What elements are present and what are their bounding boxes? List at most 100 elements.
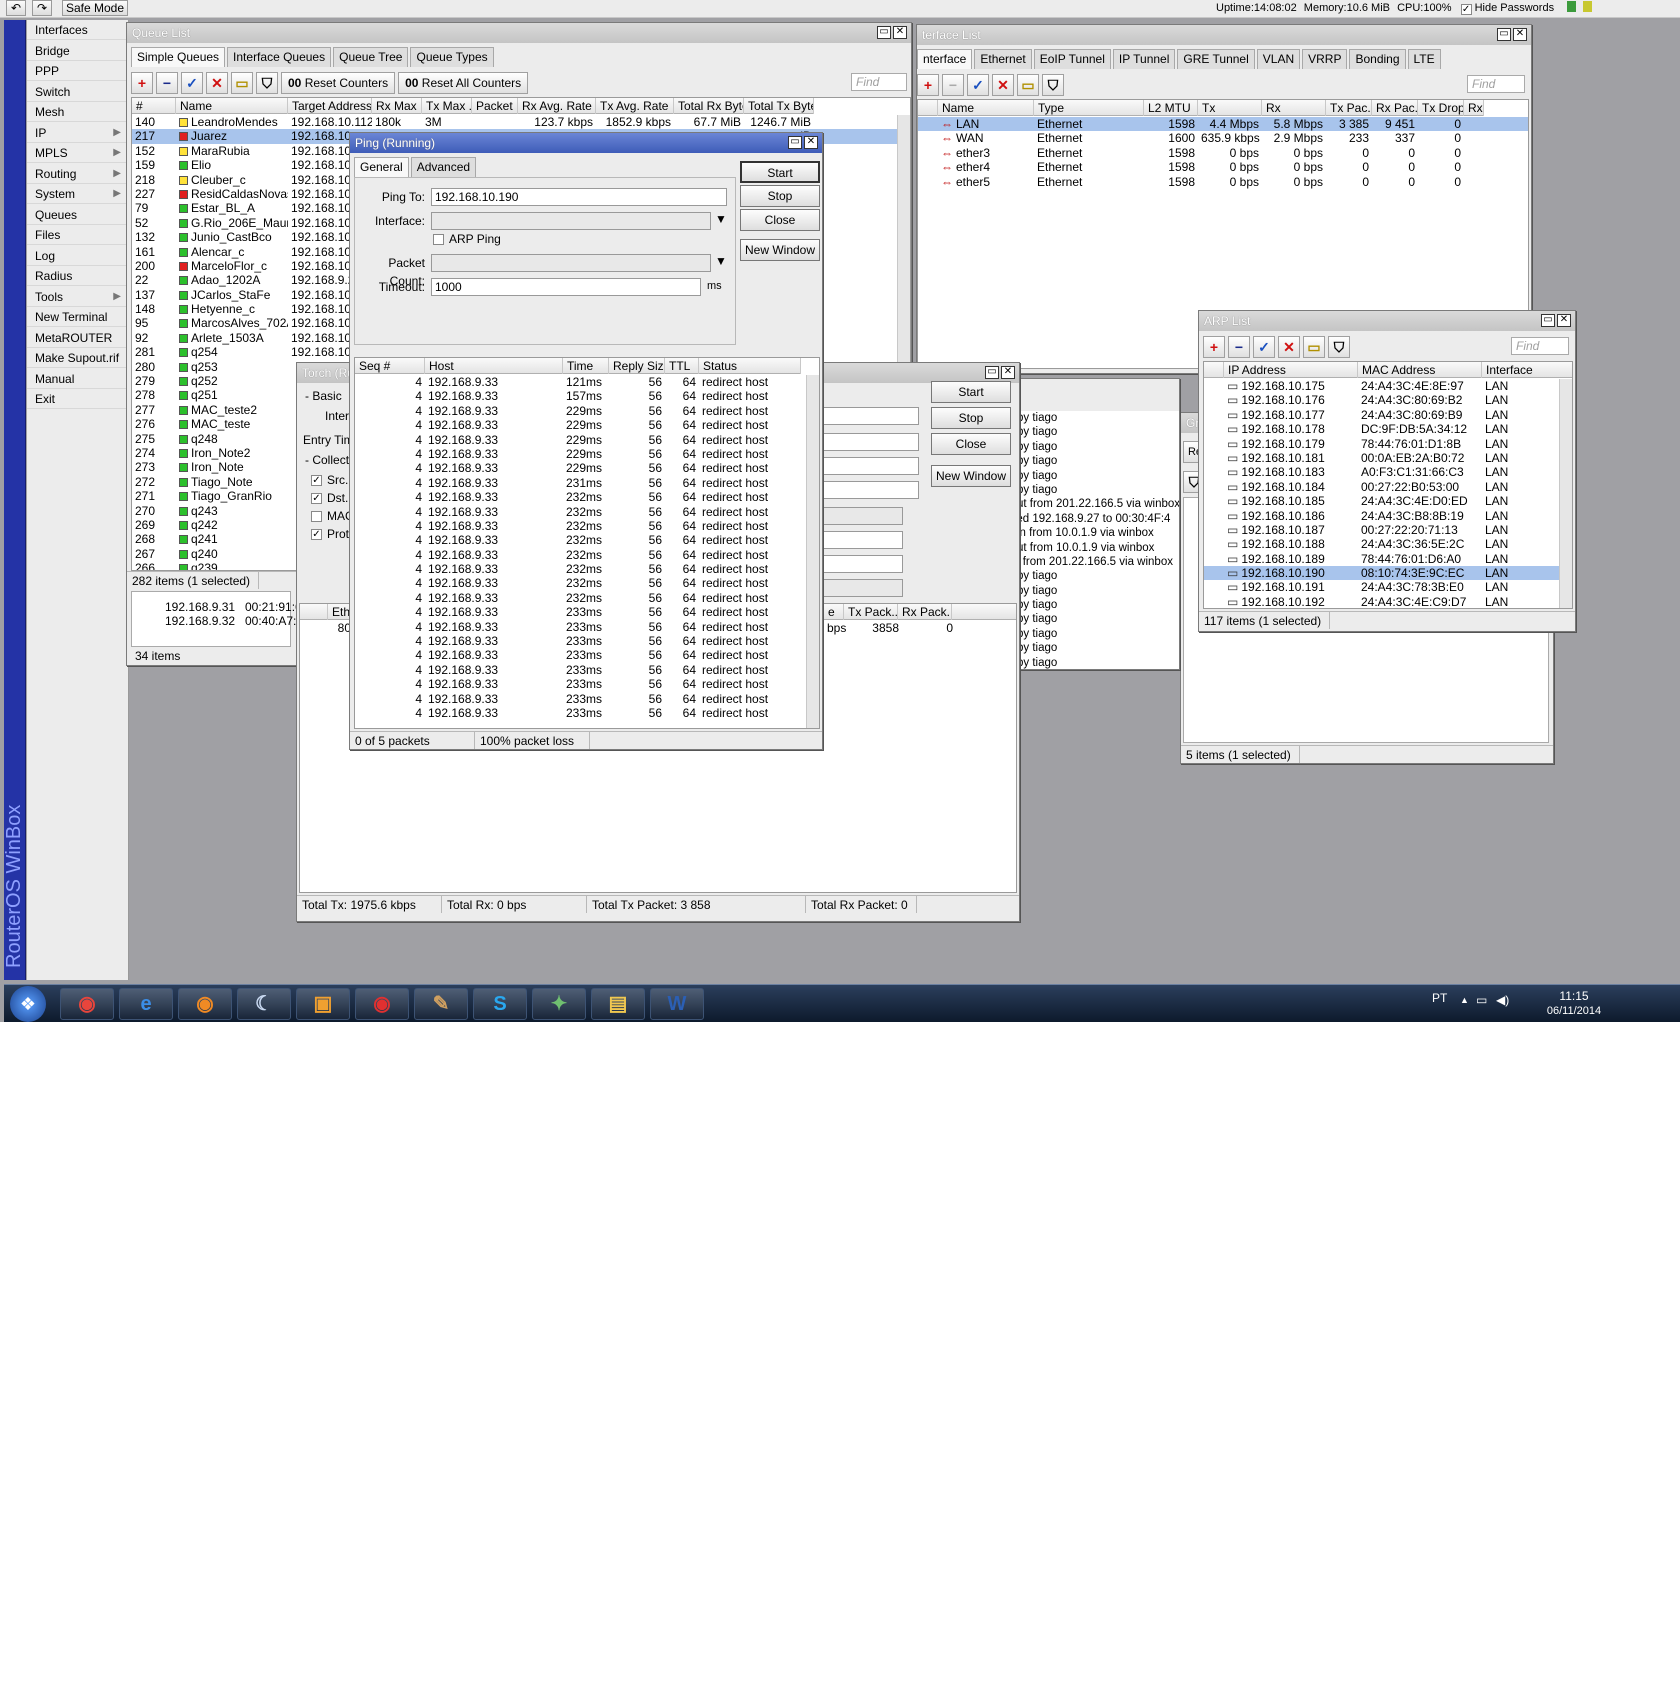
enable-icon[interactable]: ✓ xyxy=(181,72,203,94)
tab-ethernet[interactable]: Ethernet xyxy=(974,49,1032,69)
hide-passwords-checkbox[interactable]: ✓ xyxy=(1460,4,1472,15)
table-row[interactable]: ⇔ LAN Ethernet 1598 4.4 Mbps 5.8 Mbps 3 385 9 4… xyxy=(918,117,1528,132)
taskbar-app[interactable]: ◉ xyxy=(60,988,114,1020)
table-row[interactable]: 4 192.168.9.33 229ms 56 64 redirect host xyxy=(355,433,819,447)
table-row[interactable]: ▭ 192.168.10.179 78:44:76:01:D1:8B LAN xyxy=(1204,437,1572,451)
col-header[interactable]: Status xyxy=(699,358,801,374)
col-header[interactable]: Packet ... xyxy=(472,98,518,114)
table-row[interactable]: 4 192.168.9.33 232ms 56 64 redirect host xyxy=(355,562,819,576)
taskbar-app[interactable]: e xyxy=(119,988,173,1020)
col-header[interactable]: Reply Size xyxy=(609,358,665,374)
table-row[interactable]: 4 192.168.9.33 229ms 56 64 redirect host xyxy=(355,447,819,461)
col-header[interactable]: Total Rx Bytes xyxy=(674,98,744,114)
table-row[interactable]: 4 192.168.9.33 229ms 56 64 redirect host xyxy=(355,404,819,418)
add-icon[interactable]: + xyxy=(131,72,153,94)
table-row[interactable]: ▭ 192.168.10.176 24:A4:3C:80:69:B2 LAN xyxy=(1204,393,1572,407)
table-row[interactable]: ▭ 192.168.10.191 24:A4:3C:78:3B:E0 LAN xyxy=(1204,580,1572,594)
maximize-button[interactable]: ▭ xyxy=(788,136,802,149)
col-header[interactable]: Rx Avg. Rate xyxy=(518,98,596,114)
taskbar-app[interactable]: ✦ xyxy=(532,988,586,1020)
collect-section[interactable]: - Collect xyxy=(305,453,349,467)
ping-stop-button[interactable]: Stop xyxy=(740,185,820,207)
filter-icon[interactable]: ⛉ xyxy=(256,72,278,94)
table-row[interactable]: 4 192.168.9.33 233ms 56 64 redirect host xyxy=(355,605,819,619)
menu-item-bridge[interactable]: Bridge xyxy=(27,41,127,61)
col-header[interactable]: Interface xyxy=(1482,362,1572,378)
remove-icon[interactable]: − xyxy=(1228,336,1250,358)
remove-icon[interactable]: − xyxy=(156,72,178,94)
redo-button[interactable]: ↷ xyxy=(32,0,52,16)
menu-item-radius[interactable]: Radius xyxy=(27,266,127,286)
disable-icon[interactable]: ✕ xyxy=(992,74,1014,96)
table-row[interactable]: 4 192.168.9.33 233ms 56 64 redirect host xyxy=(355,677,819,691)
close-window-button[interactable]: ✕ xyxy=(893,26,907,39)
col-header[interactable]: MAC Address xyxy=(1358,362,1482,378)
menu-item-ip[interactable]: IP ▶ xyxy=(27,123,127,143)
tab-simple-queues[interactable]: Simple Queues xyxy=(131,47,226,67)
tab-gre-tunnel[interactable]: GRE Tunnel xyxy=(1177,49,1255,69)
tab-general[interactable]: General xyxy=(354,157,409,177)
torch-field-2[interactable] xyxy=(823,433,919,451)
packet-count-select[interactable] xyxy=(431,254,711,272)
disable-icon[interactable]: ✕ xyxy=(206,72,228,94)
table-row[interactable]: 4 192.168.9.33 232ms 56 64 redirect host xyxy=(355,591,819,605)
tab-interface-queues[interactable]: Interface Queues xyxy=(227,47,332,67)
table-row[interactable]: ▭ 192.168.10.175 24:A4:3C:4E:8E:97 LAN xyxy=(1204,379,1572,393)
menu-item-metarouter[interactable]: MetaROUTER xyxy=(27,328,127,348)
table-row[interactable]: ⇔ WAN Ethernet 1600 635.9 kbps 2.9 Mbps 233 337… xyxy=(918,131,1528,145)
proto-checkbox[interactable]: ✓ xyxy=(311,529,322,540)
table-row[interactable]: 140 LeandroMendes 192.168.10.112 180k 3M 123.… xyxy=(132,115,910,129)
torch-start-button[interactable]: Start xyxy=(931,381,1011,403)
volume-icon[interactable]: ◀) xyxy=(1496,993,1509,1007)
src-checkbox[interactable]: ✓ xyxy=(311,475,322,486)
add-icon[interactable]: + xyxy=(917,74,939,96)
col-header[interactable]: Tx Avg. Rate xyxy=(596,98,674,114)
table-row[interactable]: ⇔ ether3 Ethernet 1598 0 bps 0 bps 0 0 0 xyxy=(918,146,1528,160)
torch-field-4[interactable] xyxy=(823,481,919,499)
table-row[interactable]: 4 192.168.9.33 233ms 56 64 redirect host xyxy=(355,663,819,677)
table-row[interactable]: ▭ 192.168.10.184 00:27:22:B0:53:00 LAN xyxy=(1204,480,1572,494)
torch-select-4[interactable] xyxy=(823,579,903,597)
comment-icon[interactable]: ▭ xyxy=(1017,74,1039,96)
close-window-button[interactable]: ✕ xyxy=(1001,366,1015,379)
col-header[interactable]: Time xyxy=(563,358,609,374)
menu-item-queues[interactable]: Queues xyxy=(27,205,127,225)
table-row[interactable]: ▭ 192.168.10.188 24:A4:3C:36:5E:2C LAN xyxy=(1204,537,1572,551)
menu-item-log[interactable]: Log xyxy=(27,246,127,266)
reset-counters-button[interactable]: 00 Reset Counters xyxy=(281,72,396,94)
menu-item-system[interactable]: System ▶ xyxy=(27,184,127,204)
add-icon[interactable]: + xyxy=(1203,336,1225,358)
maximize-button[interactable]: ▭ xyxy=(877,26,891,39)
interface-select[interactable] xyxy=(431,212,711,230)
find-input[interactable]: Find xyxy=(851,73,907,91)
table-row[interactable]: ▭ 192.168.10.190 08:10:74:3E:9C:EC LAN xyxy=(1204,566,1572,581)
ping-close-button[interactable]: Close xyxy=(740,209,820,231)
ping-new-window-button[interactable]: New Window xyxy=(740,239,820,261)
dst-checkbox[interactable]: ✓ xyxy=(311,493,322,504)
col-header[interactable]: Rx xyxy=(1464,100,1484,116)
scrollbar[interactable] xyxy=(806,375,819,728)
col-header[interactable]: Rx Max ... xyxy=(372,98,422,114)
torch-stop-button[interactable]: Stop xyxy=(931,407,1011,429)
table-row[interactable]: 4 192.168.9.33 233ms 56 64 redirect host xyxy=(355,706,819,720)
col-header[interactable]: Seq # xyxy=(355,358,425,374)
menu-item-mpls[interactable]: MPLS ▶ xyxy=(27,143,127,163)
table-row[interactable]: 4 192.168.9.33 232ms 56 64 redirect host xyxy=(355,505,819,519)
menu-item-ppp[interactable]: PPP xyxy=(27,61,127,81)
col-header[interactable]: Name xyxy=(938,100,1034,116)
maximize-button[interactable]: ▭ xyxy=(985,366,999,379)
col-header[interactable]: Rx xyxy=(1262,100,1326,116)
ping-to-input[interactable]: 192.168.10.190 xyxy=(431,188,727,206)
table-row[interactable]: ▭ 192.168.10.186 24:A4:3C:B8:8B:19 LAN xyxy=(1204,509,1572,523)
tab-bonding[interactable]: Bonding xyxy=(1349,49,1406,69)
col-header[interactable]: Tx Pac... xyxy=(1326,100,1372,116)
menu-item-tools[interactable]: Tools ▶ xyxy=(27,287,127,307)
menu-item-make-supout-rif[interactable]: Make Supout.rif xyxy=(27,348,127,368)
table-row[interactable]: ▭ 192.168.10.189 78:44:76:01:D6:A0 LAN xyxy=(1204,552,1572,566)
table-row[interactable]: 4 192.168.9.33 233ms 56 64 redirect host xyxy=(355,648,819,662)
clock-date[interactable]: 06/11/2014 xyxy=(1544,1005,1604,1017)
menu-item-mesh[interactable]: Mesh xyxy=(27,102,127,122)
start-button[interactable]: ❖ xyxy=(10,986,46,1022)
clock-time[interactable]: 11:15 xyxy=(1544,989,1604,1003)
torch-select-3[interactable] xyxy=(823,555,903,573)
